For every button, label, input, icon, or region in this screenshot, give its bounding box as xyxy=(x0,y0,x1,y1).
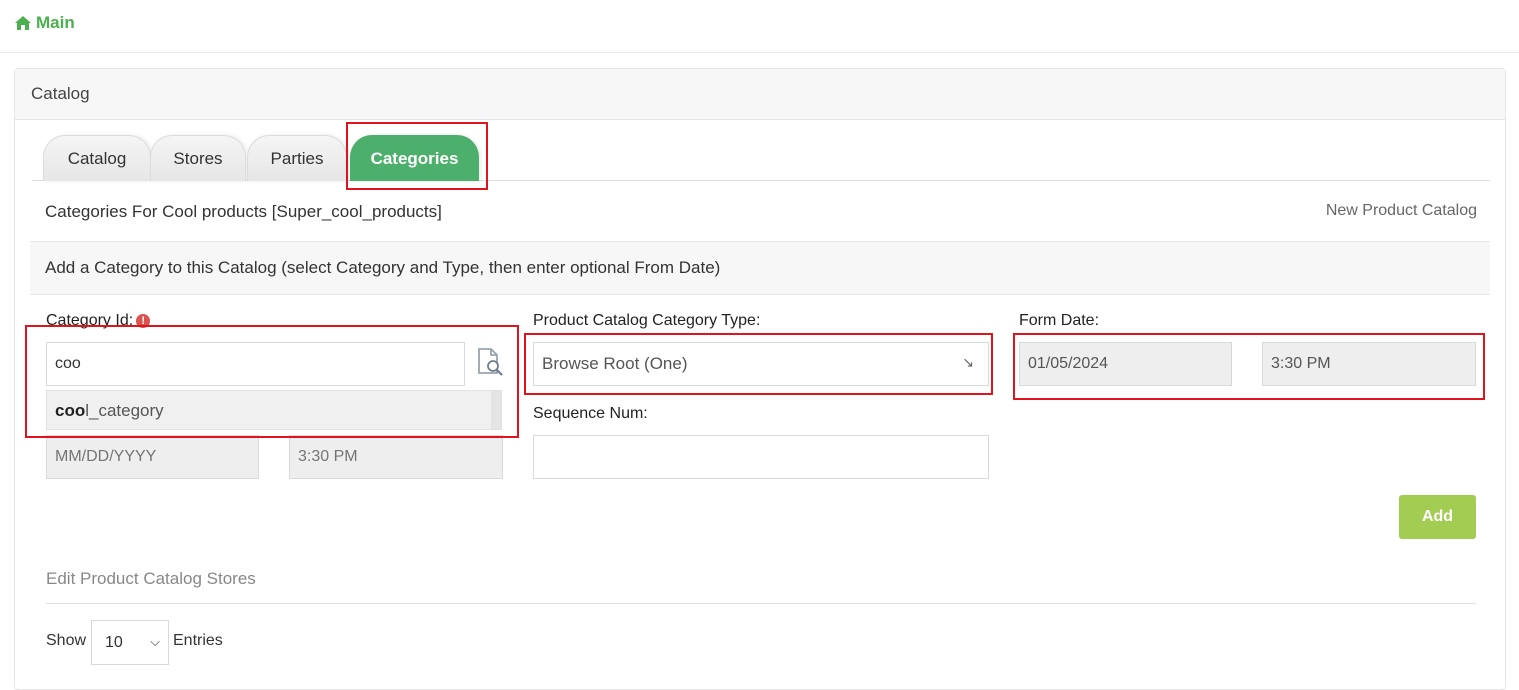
suggestion-scrollbar[interactable] xyxy=(491,391,501,429)
suggestion-match: coo xyxy=(55,401,86,420)
stores-divider xyxy=(46,603,1476,604)
tab-catalog[interactable]: Catalog xyxy=(43,135,151,181)
category-type-select[interactable]: Browse Root (One) ↘ xyxy=(533,342,989,386)
category-id-input[interactable] xyxy=(46,342,465,386)
type-label: Product Catalog Category Type: xyxy=(533,312,761,329)
tab-categories[interactable]: Categories xyxy=(350,135,479,181)
autocomplete-suggestion[interactable]: cool_category xyxy=(46,390,502,430)
entries-per-page-select[interactable]: 10 ⌵ xyxy=(91,620,169,665)
add-category-heading-text: Add a Category to this Catalog (select C… xyxy=(45,258,721,277)
chevron-down-icon: ⌵ xyxy=(150,634,160,649)
lookup-icon[interactable] xyxy=(476,347,506,382)
main-breadcrumb-link[interactable]: Main xyxy=(15,13,75,33)
section-title: Categories For Cool products [Super_cool… xyxy=(45,202,442,221)
category-id-label-text: Category Id: xyxy=(46,312,134,329)
sequence-num-input[interactable] xyxy=(533,435,989,479)
tab-stores[interactable]: Stores xyxy=(150,135,246,181)
new-product-catalog-link[interactable]: New Product Catalog xyxy=(1326,202,1477,220)
form-date-label: Form Date: xyxy=(1019,312,1100,329)
category-id-label: Category Id:! xyxy=(46,312,151,330)
show-label: Show xyxy=(46,632,87,649)
home-icon xyxy=(15,16,31,30)
from-date-input[interactable] xyxy=(46,435,259,479)
sequence-num-label: Sequence Num: xyxy=(533,405,648,422)
top-bar: Main xyxy=(0,0,1519,53)
form-date-input[interactable] xyxy=(1019,342,1232,386)
entries-label: Entries xyxy=(173,632,223,649)
catalog-panel: Catalog Catalog Stores Parties Categorie… xyxy=(14,68,1506,690)
entries-value: 10 xyxy=(105,634,123,651)
required-icon: ! xyxy=(136,314,151,328)
category-type-value: Browse Root (One) xyxy=(542,354,688,373)
dropdown-arrow-icon: ↘ xyxy=(962,354,974,370)
from-time-input[interactable] xyxy=(289,435,503,479)
panel-header: Catalog xyxy=(15,69,1505,120)
panel-title: Catalog xyxy=(31,84,90,103)
add-button[interactable]: Add xyxy=(1399,495,1476,539)
tab-parties[interactable]: Parties xyxy=(247,135,347,181)
edit-stores-title: Edit Product Catalog Stores xyxy=(46,569,256,588)
add-category-heading: Add a Category to this Catalog (select C… xyxy=(30,241,1490,295)
main-label: Main xyxy=(36,13,75,32)
form-time-input[interactable] xyxy=(1262,342,1476,386)
suggestion-rest: l_category xyxy=(85,401,164,420)
